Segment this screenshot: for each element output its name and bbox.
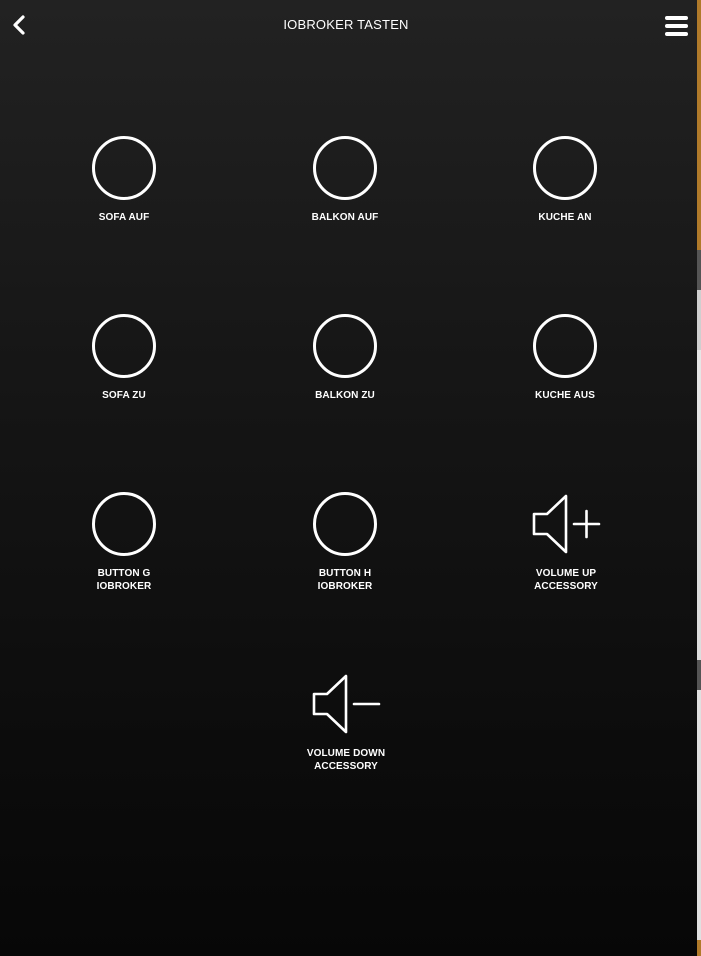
circle-button-icon xyxy=(92,136,156,200)
edge-segment xyxy=(697,660,701,690)
accessory-label: VOLUME UP ACCESSORY xyxy=(534,568,598,592)
accessory-label: KUCHE AN xyxy=(538,212,592,223)
edge-segment xyxy=(697,450,701,660)
accessory-label: VOLUME DOWN ACCESSORY xyxy=(306,748,386,772)
circle-button-icon xyxy=(313,136,377,200)
accessory-tile-button-h[interactable]: BUTTON H IOBROKER xyxy=(265,491,425,593)
circle-button-icon xyxy=(533,314,597,378)
window-edge xyxy=(697,0,701,956)
accessory-tile-sofa-zu[interactable]: SOFA ZU xyxy=(44,313,204,402)
accessory-label: SOFA ZU xyxy=(102,390,146,401)
accessory-tile-volume-down[interactable]: VOLUME DOWN ACCESSORY xyxy=(266,671,426,773)
accessory-tile-volume-up[interactable]: VOLUME UP ACCESSORY xyxy=(486,491,646,593)
edge-segment xyxy=(697,290,701,350)
accessory-tile-kuche-an[interactable]: KUCHE AN xyxy=(485,135,645,224)
edge-segment xyxy=(697,350,701,450)
page-title: IOBROKER TASTEN xyxy=(283,17,409,32)
accessory-tile-kuche-aus[interactable]: KUCHE AUS xyxy=(485,313,645,402)
hamburger-menu-icon xyxy=(665,16,688,36)
accessory-tile-balkon-auf[interactable]: BALKON AUF xyxy=(265,135,425,224)
accessory-label: KUCHE AUS xyxy=(535,390,595,401)
top-bar: IOBROKER TASTEN xyxy=(0,0,697,52)
accessory-tile-sofa-auf[interactable]: SOFA AUF xyxy=(44,135,204,224)
circle-button-icon xyxy=(92,314,156,378)
speaker-volume-up-icon xyxy=(532,494,601,554)
circle-button-icon xyxy=(313,492,377,556)
app-screen: IOBROKER TASTEN SOFA AUF BALKON AUF KUCH… xyxy=(0,0,697,956)
accessory-label: SOFA AUF xyxy=(98,212,150,223)
circle-button-icon xyxy=(533,136,597,200)
accessory-label: BALKON ZU xyxy=(315,390,375,401)
accessory-label: BALKON AUF xyxy=(311,212,379,223)
circle-button-icon xyxy=(92,492,156,556)
circle-button-icon xyxy=(313,314,377,378)
accessory-tile-button-g[interactable]: BUTTON G IOBROKER xyxy=(44,491,204,593)
accessory-label: BUTTON H IOBROKER xyxy=(317,568,373,592)
accessory-label: BUTTON G IOBROKER xyxy=(96,568,152,592)
edge-accent-top xyxy=(697,0,701,250)
accessory-tile-balkon-zu[interactable]: BALKON ZU xyxy=(265,313,425,402)
edge-accent-bottom xyxy=(697,940,701,956)
edge-segment xyxy=(697,690,701,940)
menu-button[interactable] xyxy=(664,14,690,38)
speaker-volume-down-icon xyxy=(312,674,381,734)
edge-segment xyxy=(697,250,701,290)
